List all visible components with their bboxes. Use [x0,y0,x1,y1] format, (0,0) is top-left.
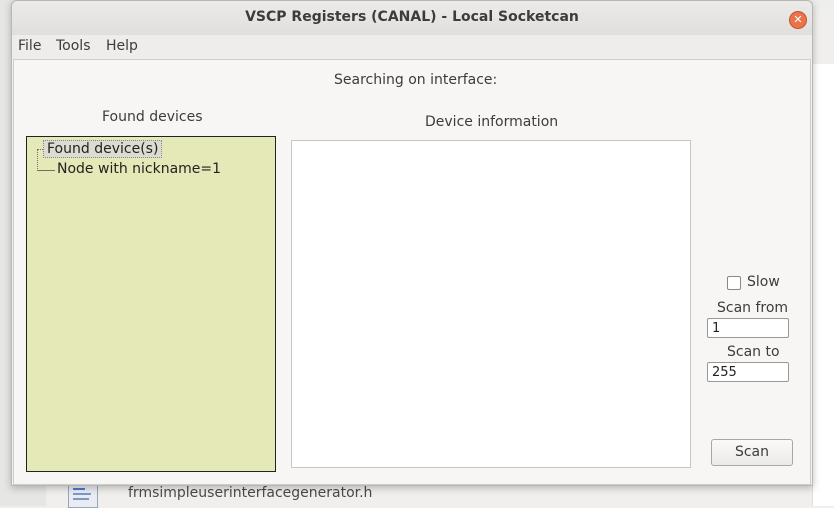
menu-tools[interactable]: Tools [56,38,91,54]
device-information-panel[interactable] [291,140,691,468]
scan-to-label: Scan to [727,344,780,360]
slow-checkbox[interactable] [727,276,741,290]
found-devices-tree[interactable]: Found device(s) Node with nickname=1 [26,136,276,472]
dialog-content: Searching on interface: Found devices De… [13,59,811,485]
scan-to-input[interactable]: 255 [707,362,789,382]
close-icon[interactable]: ✕ [789,11,807,29]
scan-from-input[interactable]: 1 [707,318,789,338]
title-bar[interactable]: VSCP Registers (CANAL) - Local Socketcan… [12,1,812,35]
menu-bar: File Tools Help [12,35,812,59]
tree-item-node[interactable]: Node with nickname=1 [57,161,221,177]
scan-from-label: Scan from [717,300,789,316]
tree-connector [37,149,38,171]
window-title: VSCP Registers (CANAL) - Local Socketcan [245,9,579,25]
background-file-name[interactable]: frmsimpleuserinterfacegenerator.h [128,485,372,501]
tree-item-found-devices[interactable]: Found device(s) [43,140,163,158]
tree-connector [37,170,55,171]
menu-file[interactable]: File [18,38,41,54]
found-devices-label: Found devices [102,109,203,125]
device-information-label: Device information [425,114,559,130]
search-status-label: Searching on interface: [334,72,498,88]
slow-label: Slow [747,274,780,290]
vscp-registers-window: VSCP Registers (CANAL) - Local Socketcan… [11,0,813,486]
scan-button[interactable]: Scan [711,439,793,466]
background-window-right [812,64,834,506]
menu-help[interactable]: Help [106,38,138,54]
